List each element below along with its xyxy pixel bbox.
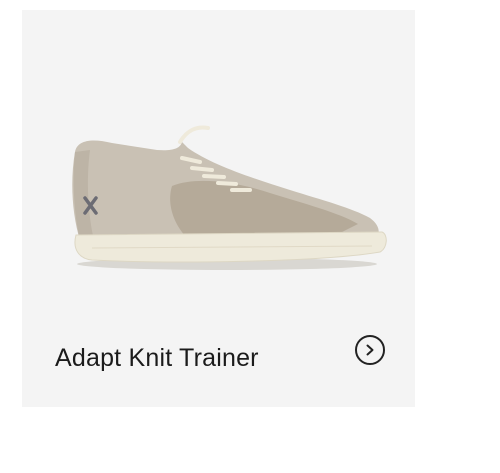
chevron-right-icon: [366, 344, 374, 356]
product-image: [72, 125, 387, 270]
product-name[interactable]: Adapt Knit Trainer: [55, 344, 259, 373]
view-product-button[interactable]: [355, 335, 385, 365]
product-card[interactable]: Adapt Knit Trainer: [22, 10, 415, 407]
